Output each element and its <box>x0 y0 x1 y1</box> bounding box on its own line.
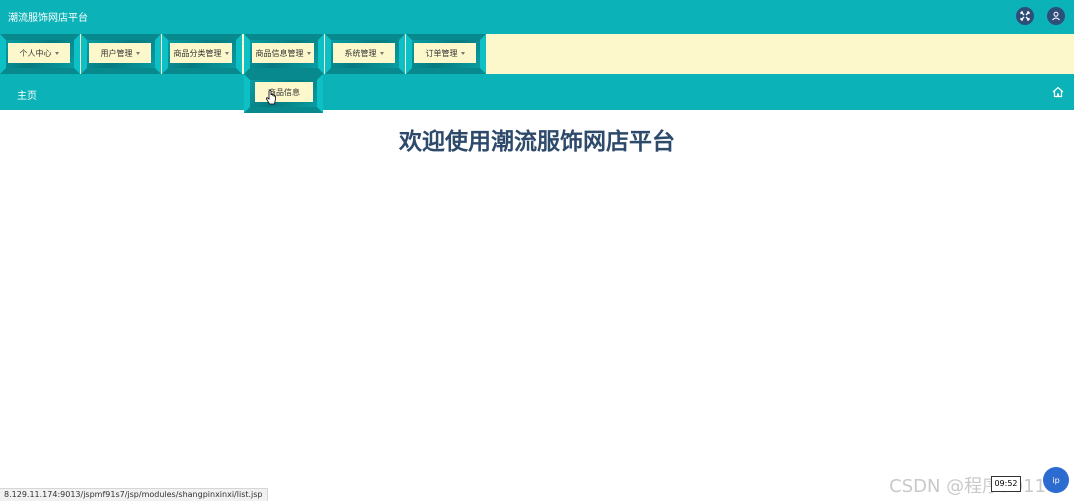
caret-down-icon <box>224 51 229 55</box>
caret-down-icon <box>135 51 140 55</box>
page-title: 欢迎使用潮流服饰网店平台 <box>399 129 675 155</box>
breadcrumb-home[interactable]: 主页 <box>17 87 37 102</box>
floating-button[interactable]: ip <box>1043 467 1069 493</box>
status-url: 8.129.11.174:9013/jspmf91s7/jsp/modules/… <box>0 488 268 501</box>
nav-button[interactable]: 系统管理 <box>333 43 395 63</box>
main-nav: 个人中心 用户管理 商品分类管理 商品信息管理 系统管理 订单管理 <box>0 34 1074 74</box>
watermark: CSDN @程序3011 <box>889 476 1046 497</box>
app-title: 潮流服饰网店平台 <box>8 13 88 24</box>
nav-item-product-management[interactable]: 商品信息管理 <box>244 34 324 74</box>
nav-item-system-management[interactable]: 系统管理 <box>325 34 405 74</box>
time-overlay: 09:52 <box>991 476 1021 492</box>
nav-button[interactable]: 个人中心 <box>8 43 70 63</box>
nav-item-order-management[interactable]: 订单管理 <box>406 34 486 74</box>
nav-label: 商品信息管理 <box>255 48 304 58</box>
nav-button[interactable]: 商品分类管理 <box>170 43 232 63</box>
nav-button[interactable]: 订单管理 <box>414 43 476 63</box>
caret-down-icon <box>460 51 465 55</box>
user-icon[interactable] <box>1047 7 1065 25</box>
nav-label: 商品分类管理 <box>173 48 222 58</box>
caret-down-icon <box>379 51 384 55</box>
hand-cursor-icon <box>265 90 276 105</box>
nav-button[interactable]: 商品信息管理 <box>252 43 314 63</box>
nav-label: 系统管理 <box>344 48 377 58</box>
top-header: 潮流服饰网店平台 <box>0 0 1074 34</box>
home-icon[interactable] <box>1052 86 1064 98</box>
nav-item-personal-center[interactable]: 个人中心 <box>0 34 80 74</box>
nav-button[interactable]: 用户管理 <box>89 43 151 63</box>
product-dropdown-menu: 商品信息 <box>244 74 323 113</box>
nav-item-category-management[interactable]: 商品分类管理 <box>162 34 242 74</box>
nav-label: 个人中心 <box>19 48 52 58</box>
breadcrumb: 主页 <box>0 74 1074 110</box>
nav-label: 用户管理 <box>100 48 133 58</box>
caret-down-icon <box>306 51 311 55</box>
nav-item-user-management[interactable]: 用户管理 <box>81 34 161 74</box>
nav-label: 订单管理 <box>425 48 458 58</box>
dropdown-item-product-info[interactable]: 商品信息 <box>255 82 313 102</box>
caret-down-icon <box>54 51 59 55</box>
fullscreen-icon[interactable] <box>1016 7 1034 25</box>
